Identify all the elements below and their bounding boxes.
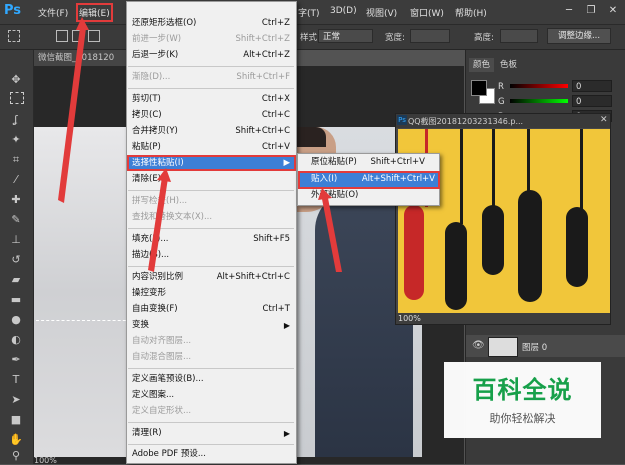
annotation-arrow-3 — [322, 198, 342, 272]
annotation-arrow-2-head — [157, 168, 171, 182]
annotation-arrow-1 — [58, 27, 86, 203]
annotation-arrows — [58, 17, 342, 272]
annotation-arrow-3-head — [318, 188, 332, 200]
annotation-arrow-1-head — [76, 17, 89, 30]
annotation-arrow-2 — [148, 177, 168, 272]
